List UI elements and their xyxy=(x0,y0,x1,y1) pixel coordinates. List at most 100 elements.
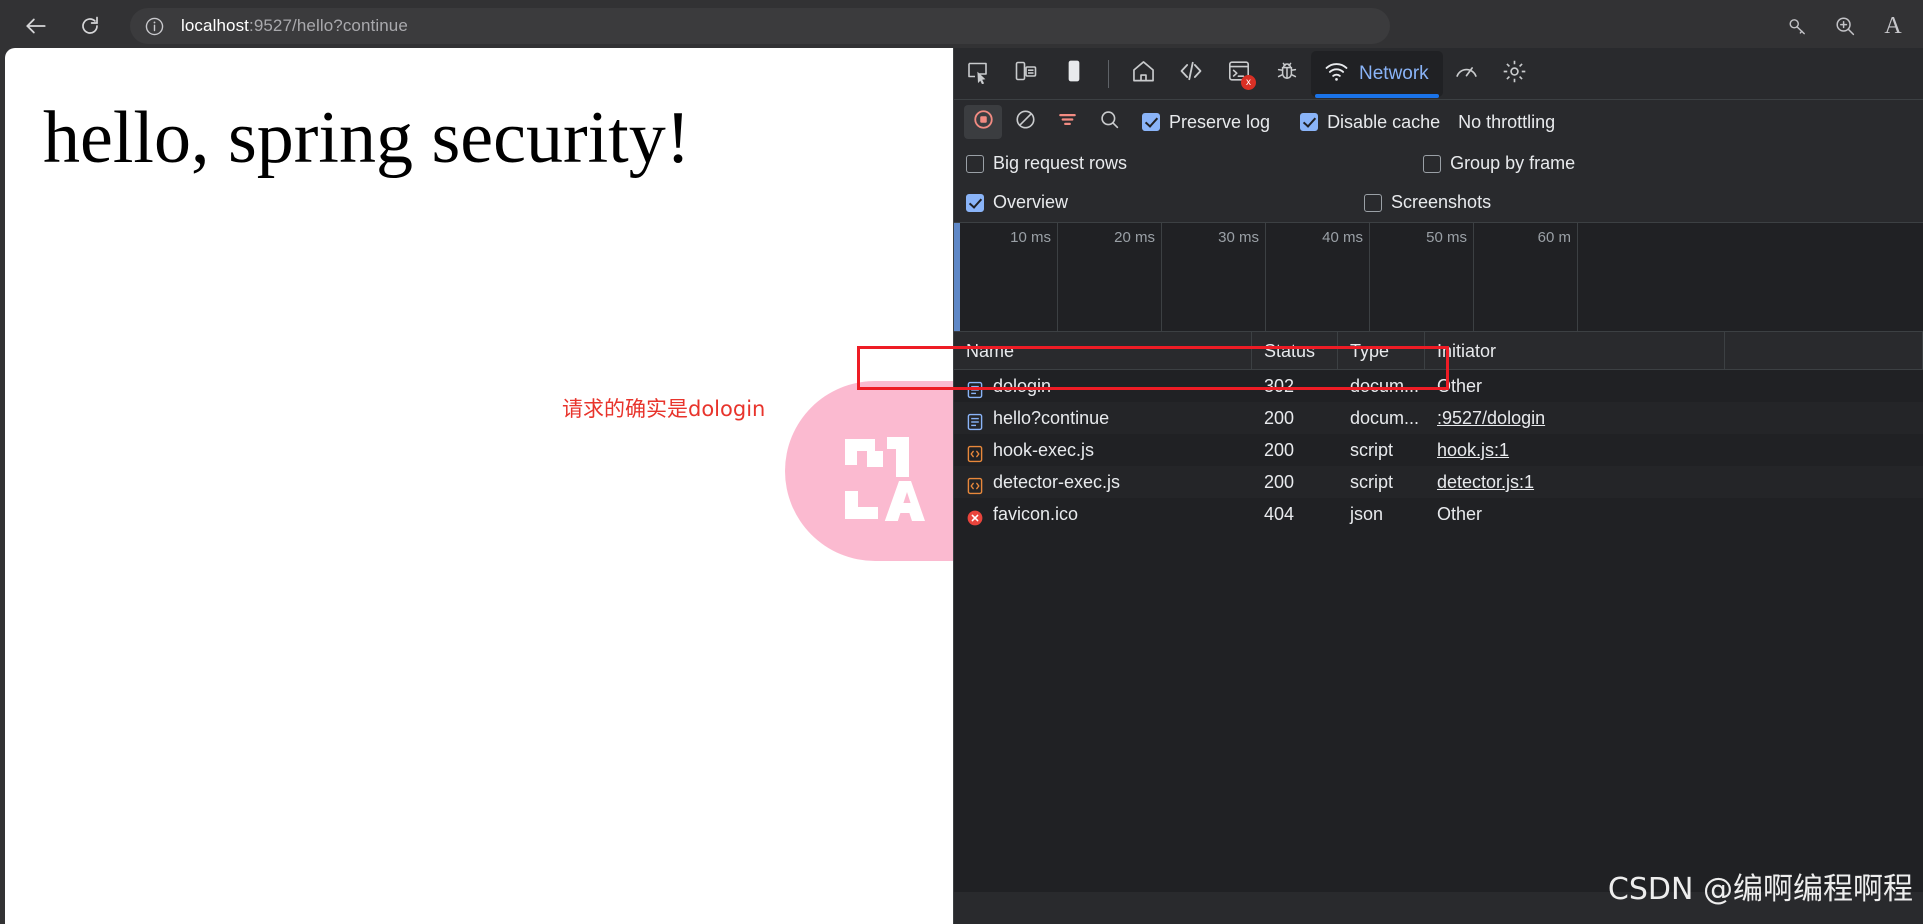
overview-checkbox[interactable]: Overview xyxy=(966,192,1068,213)
table-row[interactable]: detector-exec.js 200 script detector.js:… xyxy=(954,466,1923,498)
csdn-logo-glyph xyxy=(841,433,933,525)
elements-tab-button[interactable] xyxy=(1167,51,1215,97)
table-row[interactable]: favicon.ico 404 json Other xyxy=(954,498,1923,530)
disable-cache-label: Disable cache xyxy=(1327,111,1441,132)
reload-button[interactable] xyxy=(68,4,112,48)
table-header-row: Name Status Type Initiator xyxy=(954,331,1923,370)
table-row[interactable]: dologin 302 docum... Other xyxy=(954,370,1923,402)
row-status-cell: 200 xyxy=(1264,440,1295,460)
column-header-filler xyxy=(1725,331,1923,370)
overview-tick-label: 30 ms xyxy=(1218,229,1259,246)
tab-network[interactable]: Network xyxy=(1311,50,1443,98)
home-icon xyxy=(1130,58,1157,90)
network-overview-timeline[interactable]: 10 ms 20 ms 30 ms 40 ms 50 ms 60 m xyxy=(954,222,1923,332)
home-tab-button[interactable] xyxy=(1119,51,1167,97)
column-header-status[interactable]: Status xyxy=(1252,331,1338,370)
disable-cache-checkbox[interactable]: Disable cache xyxy=(1300,112,1440,133)
big-request-rows-label: Big request rows xyxy=(993,153,1128,173)
row-name-cell[interactable]: hook-exec.js xyxy=(954,434,1252,466)
row-type-cell: script xyxy=(1350,472,1394,492)
settings-button[interactable] xyxy=(1491,51,1539,97)
console-tab-button[interactable]: x xyxy=(1215,51,1263,97)
zoom-in-button[interactable] xyxy=(1823,4,1867,48)
row-type-cell: json xyxy=(1350,504,1384,524)
screen-root: localhost:9527/hello?continue A hello, s… xyxy=(0,0,1923,924)
overview-tick: 20 ms xyxy=(1058,223,1162,331)
table-row[interactable]: hook-exec.js 200 script hook.js:1 xyxy=(954,434,1923,466)
row-initiator-link[interactable]: hook.js:1 xyxy=(1425,434,1725,466)
row-name-cell[interactable]: favicon.ico xyxy=(954,498,1252,530)
row-name-cell[interactable]: dologin xyxy=(954,370,1252,402)
record-stop-icon xyxy=(972,108,995,136)
overview-tick: 60 m xyxy=(1474,223,1578,331)
inspect-element-button[interactable] xyxy=(954,51,1002,97)
url-host: localhost xyxy=(181,16,249,35)
letter-a-label: A xyxy=(1884,12,1902,39)
filter-button[interactable] xyxy=(1048,105,1086,139)
browser-right-actions: A xyxy=(1771,4,1923,48)
row-initiator-cell[interactable]: Other xyxy=(1425,370,1725,402)
performance-tab-button[interactable] xyxy=(1443,51,1491,97)
page-title: hello, spring security! xyxy=(43,97,691,179)
big-request-rows-checkbox[interactable]: Big request rows xyxy=(966,153,1127,174)
back-arrow-icon xyxy=(23,13,49,39)
reload-icon xyxy=(78,14,102,38)
screenshots-label: Screenshots xyxy=(1391,192,1492,212)
overview-checkbox-box xyxy=(966,193,984,212)
network-filter-toolbar: Preserve log Disable cache No throttling xyxy=(954,100,1923,144)
debugger-bug-icon xyxy=(1274,58,1300,89)
csdn-watermark-text: CSDN @编啊编程啊程 xyxy=(1607,872,1913,907)
console-error-badge: x xyxy=(1241,74,1256,90)
record-button[interactable] xyxy=(964,105,1002,139)
password-key-button[interactable] xyxy=(1775,4,1819,48)
column-header-type[interactable]: Type xyxy=(1338,331,1425,370)
group-by-frame-checkbox[interactable]: Group by frame xyxy=(1423,153,1575,174)
dock-panel-button[interactable] xyxy=(1050,51,1098,97)
address-bar[interactable]: localhost:9527/hello?continue xyxy=(130,8,1390,44)
font-size-button[interactable]: A xyxy=(1871,4,1915,48)
back-button[interactable] xyxy=(14,4,58,48)
devtools-panel: x Network Preserve log Disable cache No … xyxy=(857,48,1923,924)
search-button[interactable] xyxy=(1090,105,1128,139)
overview-tick-label: 20 ms xyxy=(1114,229,1155,246)
group-by-frame-label: Group by frame xyxy=(1450,153,1576,173)
inspect-element-icon xyxy=(965,58,991,89)
options-row-2: Overview Screenshots xyxy=(954,183,1923,222)
script-code-icon xyxy=(966,473,984,495)
row-name-label: hook-exec.js xyxy=(993,440,1095,460)
overview-tick: 50 ms xyxy=(1370,223,1474,331)
search-icon xyxy=(1098,108,1121,136)
screenshots-checkbox[interactable]: Screenshots xyxy=(1364,192,1491,213)
preserve-log-checkbox-box xyxy=(1142,113,1160,131)
preserve-log-checkbox[interactable]: Preserve log xyxy=(1142,112,1270,133)
row-name-label: detector-exec.js xyxy=(993,472,1121,492)
options-row-1: Big request rows Group by frame xyxy=(954,144,1923,183)
performance-gauge-icon xyxy=(1453,58,1480,90)
row-initiator-link[interactable]: :9527/dologin xyxy=(1425,402,1725,434)
dock-panel-icon xyxy=(1061,58,1087,89)
annotation-text: 请求的确实是dologin xyxy=(562,397,766,421)
row-name-cell[interactable]: hello?continue xyxy=(954,402,1252,434)
settings-gear-icon xyxy=(1501,58,1528,90)
overview-tick: 40 ms xyxy=(1266,223,1370,331)
debugger-tab-button[interactable] xyxy=(1263,51,1311,97)
preserve-log-label: Preserve log xyxy=(1169,111,1271,132)
row-initiator-link[interactable]: detector.js:1 xyxy=(1425,466,1725,498)
device-toolbar-icon xyxy=(1013,58,1039,89)
document-file-icon xyxy=(966,377,984,399)
script-code-icon xyxy=(966,441,984,463)
throttling-select[interactable]: No throttling xyxy=(1458,112,1555,133)
row-type-cell: docum... xyxy=(1350,408,1420,428)
info-circle-icon[interactable] xyxy=(144,16,165,37)
column-header-initiator[interactable]: Initiator xyxy=(1425,331,1725,370)
clear-button[interactable] xyxy=(1006,105,1044,139)
row-type-cell: docum... xyxy=(1350,376,1420,396)
column-header-name[interactable]: Name xyxy=(954,331,1252,370)
table-row[interactable]: hello?continue 200 docum... :9527/dologi… xyxy=(954,402,1923,434)
row-name-label: favicon.ico xyxy=(993,504,1079,524)
overview-tick-label: 40 ms xyxy=(1322,229,1363,246)
overview-tick-label: 60 m xyxy=(1537,229,1571,246)
device-toolbar-button[interactable] xyxy=(1002,51,1050,97)
row-name-cell[interactable]: detector-exec.js xyxy=(954,466,1252,498)
row-type-cell: script xyxy=(1350,440,1394,460)
